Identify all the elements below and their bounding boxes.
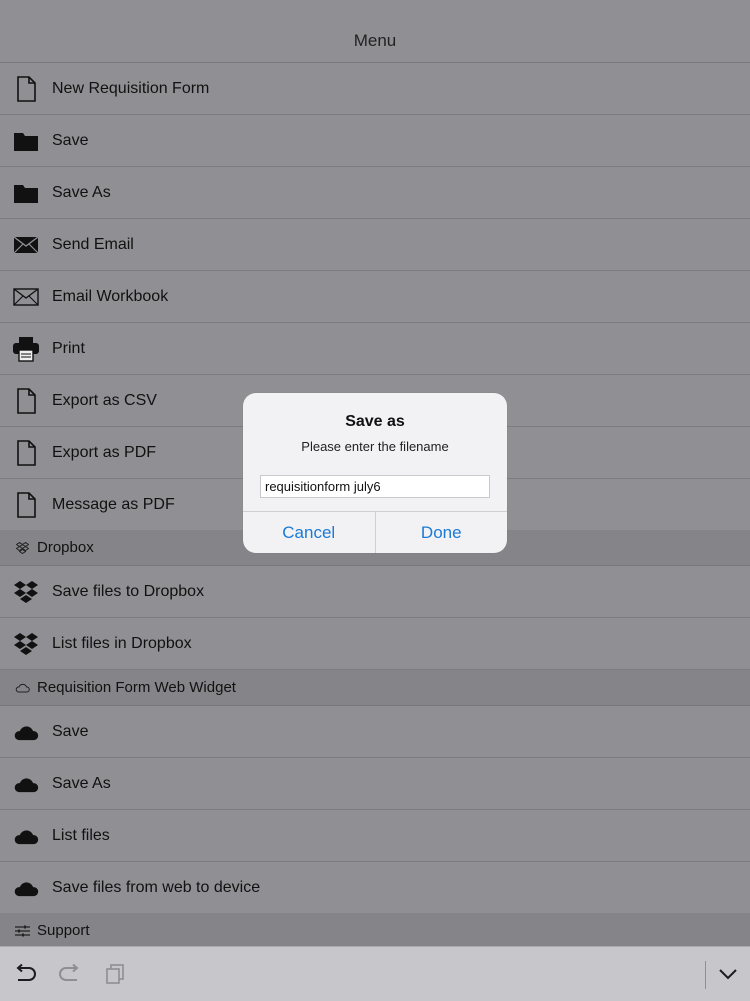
menu-item-label: Save As xyxy=(52,774,111,792)
menu-item-label: Send Email xyxy=(52,235,134,253)
menu-item-email-workbook[interactable]: Email Workbook xyxy=(0,271,750,323)
nav-bar: Menu xyxy=(0,0,750,63)
section-header-web-widget: Requisition Form Web Widget xyxy=(0,670,750,706)
printer-icon xyxy=(11,334,41,364)
section-title: Dropbox xyxy=(37,539,94,556)
cancel-button[interactable]: Cancel xyxy=(243,512,376,553)
menu-item-save[interactable]: Save xyxy=(0,115,750,167)
document-icon xyxy=(11,386,41,416)
copy-icon[interactable] xyxy=(102,962,128,986)
menu-item-label: Save xyxy=(52,722,89,740)
menu-item-label: Email Workbook xyxy=(52,287,169,305)
menu-item-new-requisition-form[interactable]: New Requisition Form xyxy=(0,63,750,115)
section-title: Support xyxy=(37,922,90,939)
menu-item-label: Save As xyxy=(52,183,111,201)
cloud-icon xyxy=(11,717,41,747)
document-icon xyxy=(11,490,41,520)
menu-item-save-as[interactable]: Save As xyxy=(0,167,750,219)
menu-item-label: Save files from web to device xyxy=(52,878,261,896)
dialog-buttons: Cancel Done xyxy=(243,511,507,553)
redo-icon[interactable] xyxy=(57,962,83,986)
menu-item-label: Save files to Dropbox xyxy=(52,582,205,600)
menu-item-web-save[interactable]: Save xyxy=(0,706,750,758)
page-title: Menu xyxy=(353,31,397,50)
menu-item-label: Export as PDF xyxy=(52,443,157,461)
sliders-icon xyxy=(14,923,30,939)
document-icon xyxy=(11,74,41,104)
dropbox-small-icon xyxy=(14,540,30,556)
chevron-down-icon[interactable] xyxy=(715,962,741,986)
menu-item-label: Save xyxy=(52,131,89,149)
menu-item-web-save-as[interactable]: Save As xyxy=(0,758,750,810)
cloud-outline-icon xyxy=(14,680,30,696)
section-header-support: Support xyxy=(0,913,750,949)
folder-icon xyxy=(11,126,41,156)
menu-item-send-email[interactable]: Send Email xyxy=(0,219,750,271)
menu-item-save-files-dropbox[interactable]: Save files to Dropbox xyxy=(0,566,750,618)
envelope-outline-icon xyxy=(11,282,41,312)
menu-item-label: List files in Dropbox xyxy=(52,634,192,652)
menu-item-label: Print xyxy=(52,339,85,357)
menu-item-label: New Requisition Form xyxy=(52,79,210,97)
menu-item-list-files-dropbox[interactable]: List files in Dropbox xyxy=(0,618,750,670)
bottom-toolbar xyxy=(0,946,750,1001)
dropbox-icon xyxy=(11,629,41,659)
menu-item-web-save-to-device[interactable]: Save files from web to device xyxy=(0,862,750,914)
menu-screen: Menu New Requisition Form Save Save As S… xyxy=(0,0,750,1001)
undo-icon[interactable] xyxy=(12,962,38,986)
toolbar-divider xyxy=(705,961,706,989)
cloud-icon xyxy=(11,821,41,851)
done-button[interactable]: Done xyxy=(376,512,508,553)
folder-icon xyxy=(11,178,41,208)
menu-item-label: Export as CSV xyxy=(52,391,157,409)
dropbox-icon xyxy=(11,577,41,607)
menu-item-label: Message as PDF xyxy=(52,495,175,513)
envelope-filled-icon xyxy=(11,230,41,260)
save-as-dialog: Save as Please enter the filename Cancel… xyxy=(243,393,507,553)
menu-item-print[interactable]: Print xyxy=(0,323,750,375)
cloud-icon xyxy=(11,769,41,799)
document-icon xyxy=(11,438,41,468)
dialog-title: Save as xyxy=(345,413,405,430)
menu-item-web-list-files[interactable]: List files xyxy=(0,810,750,862)
section-title: Requisition Form Web Widget xyxy=(37,679,236,696)
dialog-message: Please enter the filename xyxy=(301,439,449,454)
cloud-icon xyxy=(11,873,41,903)
filename-input[interactable] xyxy=(260,475,490,498)
menu-item-label: List files xyxy=(52,826,110,844)
